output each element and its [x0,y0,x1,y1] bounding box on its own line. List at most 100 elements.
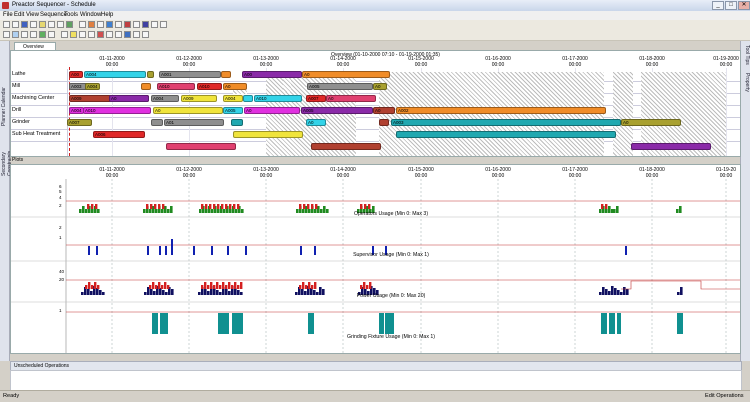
toolbar-button[interactable] [48,21,55,28]
toolbar-button[interactable] [3,31,10,38]
close-button[interactable]: ✕ [738,1,750,10]
resource-label[interactable]: Sub Heat Treatment [12,131,60,137]
operation-bar[interactable]: A0 [244,107,300,114]
operation-bar[interactable]: A005 [301,107,373,114]
operation-bar[interactable]: A00 [69,71,83,78]
operation-bar[interactable] [221,71,231,78]
operation-bar[interactable]: A010 [157,83,195,90]
operation-bar[interactable]: A010 [197,83,222,90]
tab-property[interactable]: Property [743,73,750,98]
operation-bar[interactable] [396,131,616,138]
toolbar-button[interactable] [79,31,86,38]
toolbar-button[interactable] [39,31,46,38]
operation-bar[interactable] [147,71,154,78]
menu-view[interactable]: View [26,12,39,18]
operation-bar[interactable]: A0 [302,71,390,78]
operation-bar[interactable]: A0 [223,83,247,90]
operation-bar[interactable]: A001 [159,71,221,78]
toolbar-button[interactable] [133,21,140,28]
toolbar-button[interactable] [115,31,122,38]
operation-bar[interactable]: A004 [151,95,179,102]
unscheduled-operations-area[interactable] [10,370,742,391]
operation-bar[interactable]: A0 [621,119,681,126]
maximize-button[interactable]: □ [725,1,737,10]
operation-bar[interactable]: A0 [153,107,223,114]
operation-bar[interactable]: A0 [373,83,387,90]
toolbar-button[interactable] [124,21,131,28]
operation-bar[interactable]: A0 [373,107,395,114]
toolbar-button[interactable] [21,31,28,38]
operation-bar[interactable]: A003 [391,119,621,126]
toolbar-button[interactable] [21,21,28,28]
toolbar-button[interactable] [142,31,149,38]
toolbar-button[interactable] [106,21,113,28]
tab-planner-calendar[interactable]: Planner Calendar [1,86,8,126]
operation-bar[interactable] [141,83,151,90]
resource-label[interactable]: Machining Center [12,95,54,101]
toolbar-button[interactable] [30,31,37,38]
operation-bar[interactable] [243,95,253,102]
tab-plots[interactable]: Plots [12,157,32,164]
operation-bar[interactable]: A004 [85,83,100,90]
menu-tools[interactable]: Tools [64,12,78,18]
menu-window[interactable]: Window [80,12,101,18]
operation-bar[interactable]: A01 [164,119,224,126]
toolbar-button[interactable] [12,31,19,38]
menu-sequence[interactable]: Sequence [40,12,67,18]
toolbar-button[interactable] [97,21,104,28]
operation-bar[interactable]: A010 [254,95,302,102]
operation-bar[interactable]: A002 [396,107,606,114]
toolbar-button[interactable] [151,21,158,28]
operation-bar[interactable]: A005 [307,83,373,90]
toolbar-button[interactable] [124,31,131,38]
resource-label[interactable]: Lathe [12,71,26,77]
resource-label[interactable]: Drill [12,107,21,113]
operation-bar[interactable] [311,143,381,150]
operation-bar[interactable] [231,119,243,126]
menu-edit[interactable]: Edit [14,12,24,18]
menu-help[interactable]: Help [101,12,113,18]
operation-bar[interactable]: A0 [326,95,376,102]
toolbar-button[interactable] [160,21,167,28]
operation-bar[interactable]: A0 [109,95,149,102]
toolbar-button[interactable] [61,31,68,38]
resource-label[interactable]: Mill [12,83,20,89]
toolbar-button[interactable] [12,21,19,28]
operation-bar[interactable] [151,119,163,126]
toolbar-button[interactable] [88,31,95,38]
toolbar-button[interactable] [133,31,140,38]
minimize-button[interactable]: _ [712,1,724,10]
gantt-overview-panel[interactable]: Overview (01-10-2000 07:10 - 01-19-2000 … [10,50,741,157]
toolbar-button[interactable] [30,21,37,28]
operation-bar[interactable]: A004 [69,107,84,114]
toolbar-button[interactable] [3,21,10,28]
operation-bar[interactable] [379,119,389,126]
toolbar-button[interactable] [79,21,86,28]
resource-label[interactable]: Grinder [12,119,30,125]
operation-bar[interactable]: A004 [84,71,146,78]
toolbar-button[interactable] [88,21,95,28]
operation-bar[interactable]: A00 [242,71,302,78]
operation-bar[interactable]: A006 [93,131,145,138]
operation-bar[interactable] [166,143,236,150]
menu-file[interactable]: File [3,12,13,18]
toolbar-button[interactable] [70,31,77,38]
operation-bar[interactable] [233,131,303,138]
toolbar-button[interactable] [142,21,149,28]
tab-secondary-constraints[interactable]: Secondary Constraints [1,131,13,176]
operation-bar[interactable]: A005 [223,107,243,114]
toolbar-button[interactable] [57,21,64,28]
toolbar-button[interactable] [97,31,104,38]
operation-bar[interactable]: A007 [306,95,326,102]
operation-bar[interactable]: A004 [223,95,243,102]
operation-bar[interactable]: A0 [306,119,326,126]
toolbar-button[interactable] [39,21,46,28]
operation-bar[interactable]: A007 [67,119,92,126]
toolbar-button[interactable] [66,21,73,28]
toolbar-button[interactable] [106,31,113,38]
toolbar-button[interactable] [48,31,55,38]
operation-bar[interactable]: A009 [181,95,217,102]
operation-bar[interactable]: A010 [83,107,151,114]
toolbar-button[interactable] [115,21,122,28]
operation-bar[interactable] [631,143,711,150]
